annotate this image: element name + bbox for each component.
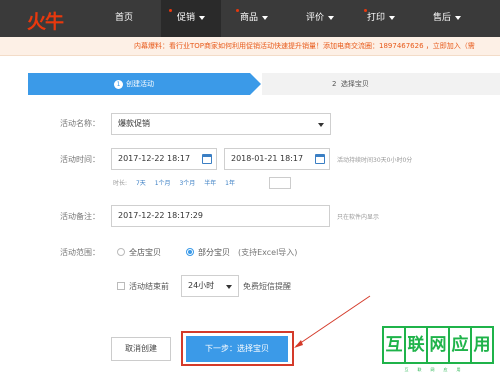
cancel-button[interactable]: 取消创建 [111,337,171,361]
watermark-char: 联 [404,326,428,364]
annotation-arrow [294,295,371,348]
watermark-logo: 互 联 网 应 用 互联网应用 [382,326,494,376]
watermark-char: 网 [426,326,450,364]
watermark-char: 用 [470,326,494,364]
watermark-subtitle: 互联网应用 [404,367,470,372]
watermark-char: 互 [382,326,406,364]
watermark-char: 应 [448,326,472,364]
next-step-button[interactable]: 下一步：选择宝贝 [186,336,288,362]
